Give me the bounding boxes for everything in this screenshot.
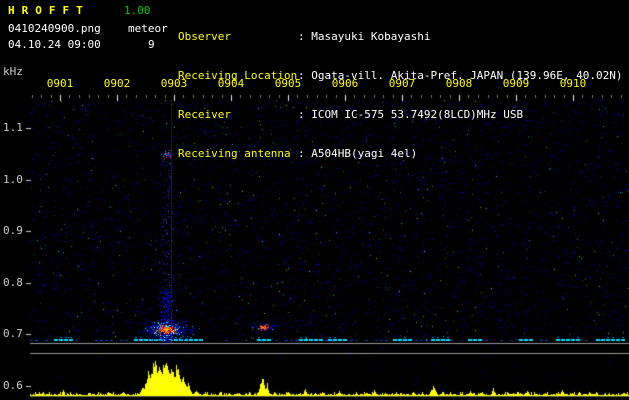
info-value: : ICOM IC-575 53.7492(8LCD)MHz USB [298,108,524,121]
freq-tick-label-06: 0.6 [3,379,23,392]
freq-tick-label-07: 0.7 [3,327,23,340]
info-label: Receiver [178,108,231,121]
time-tick-label-0903: 0903 [160,77,188,90]
station-info-block: Observer: Masayuki Kobayashi Receiving L… [178,4,623,186]
info-value: : A504HB(yagi 4el) [298,147,418,160]
info-row-antenna: Receiving antenna : A504HB(yagi 4el) [178,147,623,160]
app-title: HROFFT [8,4,90,17]
freq-tick-label-10: 1.0 [3,173,23,186]
meteor-count: 9 [148,38,155,51]
freq-tick-label-08: 0.8 [3,276,23,289]
time-tick-label-0907: 0907 [388,77,416,90]
info-label: Receiving antenna [178,147,291,160]
time-tick-label-0904: 0904 [217,77,245,90]
freq-tick-label-11: 1.1 [3,121,23,134]
time-tick-label-0905: 0905 [274,77,302,90]
time-tick-label-0902: 0902 [103,77,131,90]
freq-tick-label-09: 0.9 [3,224,23,237]
time-tick-label-0901: 0901 [46,77,74,90]
observation-datetime: 04.10.24 09:00 [8,38,101,51]
freq-axis-unit: kHz [3,65,23,78]
meteor-counter-label: meteor [128,22,168,35]
info-row-receiver: Receiver : ICOM IC-575 53.7492(8LCD)MHz U… [178,108,623,121]
time-tick-label-0906: 0906 [331,77,359,90]
time-tick-label-0909: 0909 [502,77,530,90]
app-version: 1.00 [124,4,151,17]
info-value: : Masayuki Kobayashi [298,30,431,43]
hrofft-output-image: HROFFT 1.00 0410240900.png meteor 04.10.… [0,0,629,400]
time-tick-label-0908: 0908 [445,77,473,90]
info-row-observer: Observer : Masayuki Kobayashi [178,30,623,43]
info-label: Observer [178,30,231,43]
output-filename: 0410240900.png [8,22,101,35]
time-tick-label-0910: 0910 [559,77,587,90]
